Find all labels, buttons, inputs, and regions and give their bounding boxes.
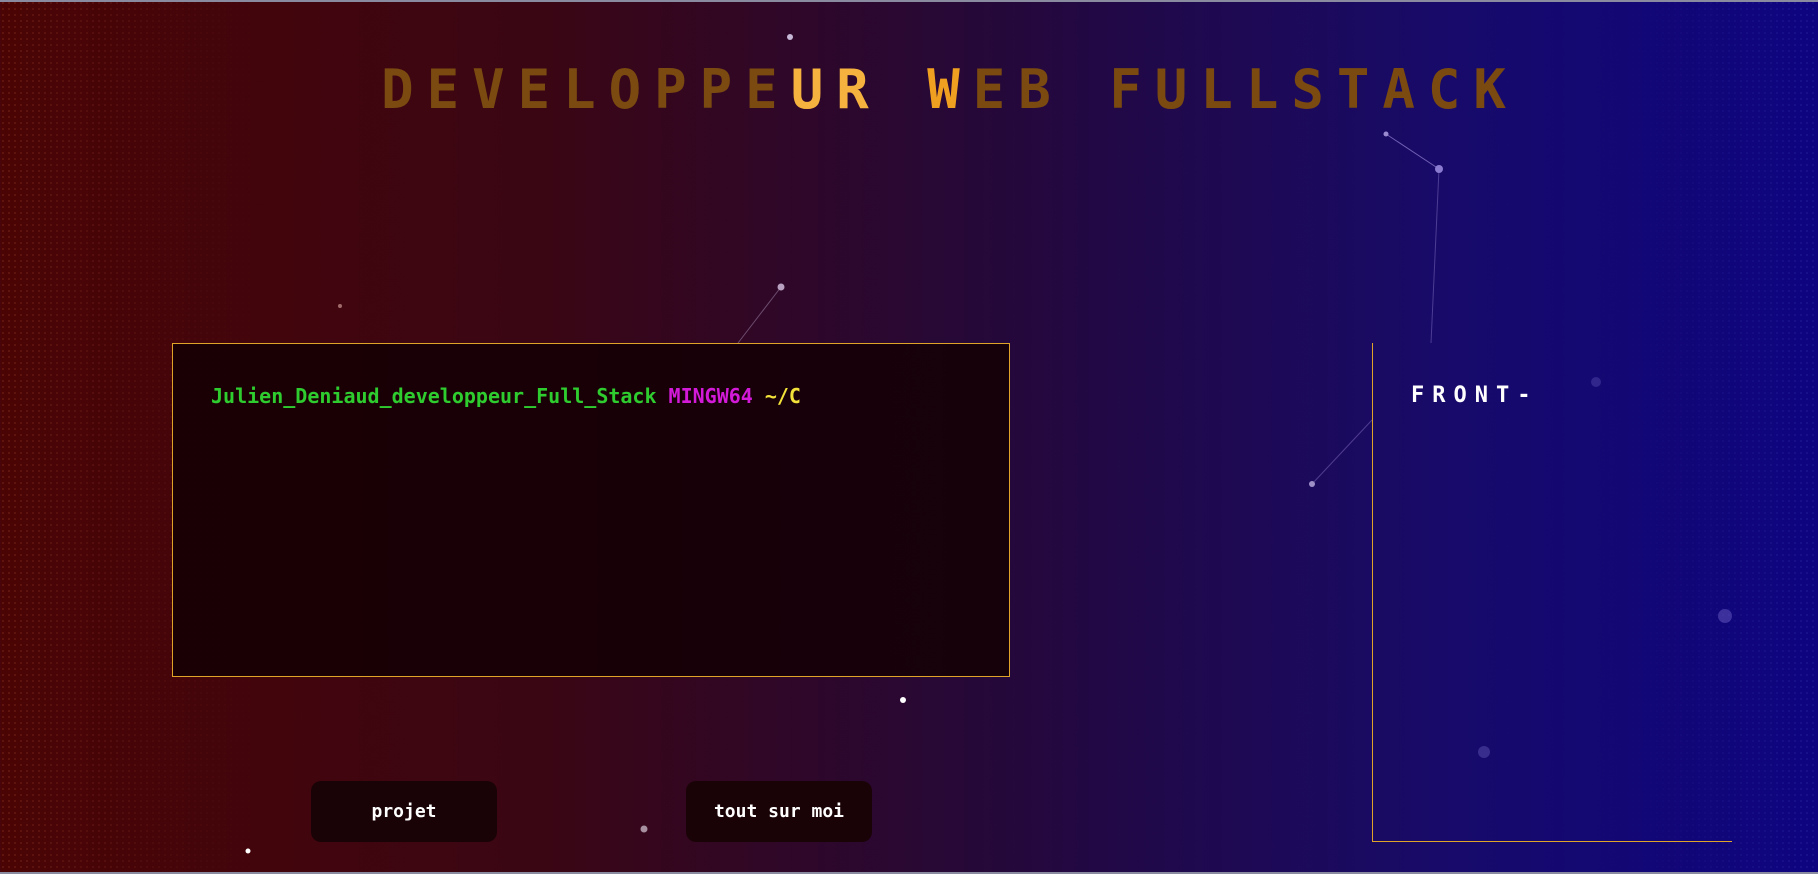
prompt-system: MINGW64 [668,384,753,408]
front-panel: FRONT- [1372,343,1732,842]
projet-button[interactable]: projet [311,781,497,842]
page-title: DEVELOPPEUR WEB FULLSTACK [0,58,1818,121]
terminal-prompt: Julien_Deniaud_developpeur_Full_Stack MIN… [211,384,801,408]
front-panel-title: FRONT- [1411,383,1539,408]
prompt-user: Julien_Deniaud_developpeur_Full_Stack [211,384,657,408]
title-segment-2: UR [790,58,882,121]
title-segment-3: W [881,58,973,121]
title-segment-1: DEVELOPPE [381,58,791,121]
terminal-window: Julien_Deniaud_developpeur_Full_Stack MIN… [172,343,1010,677]
prompt-path: ~/C [764,384,801,408]
about-me-button[interactable]: tout sur moi [686,781,872,842]
title-segment-4: EB FULLSTACK [972,58,1519,121]
